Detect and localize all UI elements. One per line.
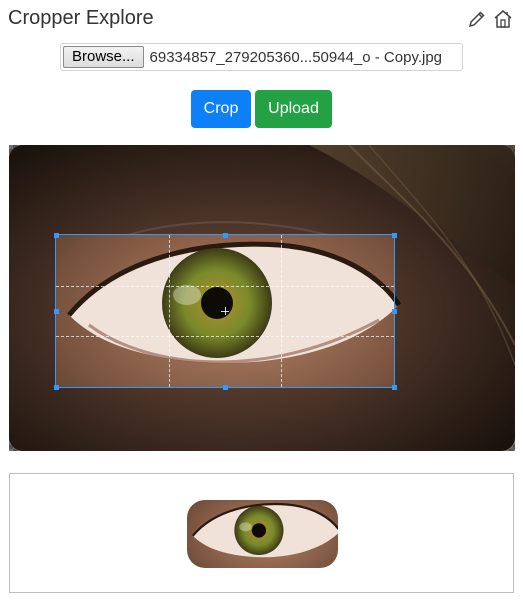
crop-handle-s[interactable]	[223, 385, 228, 390]
crop-handle-sw[interactable]	[54, 385, 59, 390]
crop-center-marker	[221, 307, 229, 315]
crop-handle-nw[interactable]	[54, 233, 59, 238]
crop-preview-panel	[9, 473, 514, 593]
header-icons	[467, 8, 513, 30]
crop-selection-box[interactable]	[55, 234, 395, 388]
house-icon[interactable]	[493, 8, 513, 30]
crop-handle-se[interactable]	[392, 385, 397, 390]
page-title: Cropper Explore	[8, 7, 154, 29]
crop-button[interactable]: Crop	[191, 90, 251, 128]
crop-handle-w[interactable]	[54, 309, 59, 314]
cropped-image-preview	[187, 500, 338, 568]
selected-file-name: 69334857_279205360...50944_o - Copy.jpg	[149, 48, 443, 66]
crop-guide-horizontal	[56, 285, 394, 287]
crop-handle-n[interactable]	[223, 233, 228, 238]
crop-handle-ne[interactable]	[392, 233, 397, 238]
browse-button[interactable]: Browse...	[63, 46, 144, 68]
crop-guide-vertical	[168, 235, 170, 387]
eye-photo-preview	[187, 500, 338, 568]
file-input[interactable]: Browse... 69334857_279205360...50944_o -…	[60, 43, 463, 71]
cropper-canvas[interactable]	[9, 145, 515, 451]
upload-button[interactable]: Upload	[255, 90, 332, 128]
crop-guide-horizontal	[56, 336, 394, 338]
crop-guide-vertical	[281, 235, 283, 387]
crop-handle-e[interactable]	[392, 309, 397, 314]
pencil-icon[interactable]	[467, 8, 487, 30]
